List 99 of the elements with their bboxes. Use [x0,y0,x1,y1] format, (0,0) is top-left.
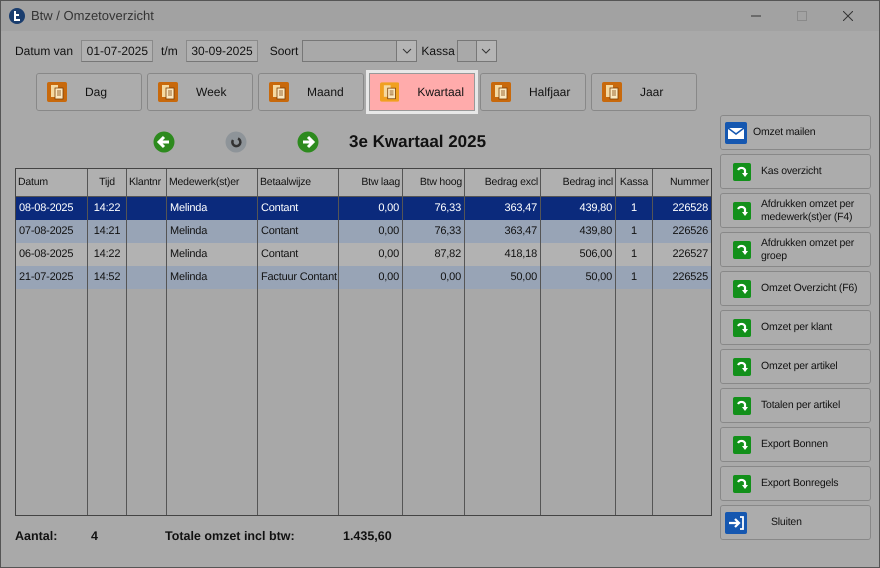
report-button[interactable]: Omzet per klant [720,310,871,345]
type-label: Soort [270,43,298,60]
table-cell: 418,18 [465,243,540,266]
date-from-label: Datum van [15,43,74,60]
table-cell: 439,80 [541,220,615,243]
total-value: 1.435,60 [343,528,392,545]
period-button[interactable]: Maand [258,73,364,111]
table-cell: 1 [616,197,652,220]
report-button[interactable]: Omzet Overzicht (F6) [720,271,871,306]
period-button[interactable]: Jaar [591,73,697,111]
table-cell: Contant [258,243,338,266]
table-cell: 50,00 [465,266,540,289]
period-button[interactable]: Kwartaal [369,73,475,111]
mail-icon [725,122,747,144]
table-cell: 363,47 [465,220,540,243]
table-cell: 08-08-2025 [16,197,87,220]
report-button[interactable]: Omzet per artikel [720,349,871,384]
table-cell: 363,47 [465,197,540,220]
column-header[interactable]: Bedrag incl [541,169,615,197]
table-cell: 226525 [653,266,711,289]
table-cell: 76,33 [403,197,464,220]
table-cell: Melinda [167,220,257,243]
report-button[interactable]: Kas overzicht [720,154,871,189]
report-button[interactable]: Afdrukken omzet per medewerk(st)er (F4) [720,193,871,228]
table-cell: 0,00 [339,243,402,266]
report-button[interactable]: Export Bonnen [720,427,871,462]
period-button[interactable]: Week [147,73,253,111]
period-title: 3e Kwartaal 2025 [349,131,486,154]
column-header[interactable]: Medewerk(st)er [167,169,257,197]
count-label: Aantal: [15,528,58,545]
table-cell: 226528 [653,197,711,220]
column-header[interactable]: Betaalwijze [258,169,338,197]
exit-icon [725,512,747,534]
table-cell: Melinda [167,243,257,266]
table-cell [127,220,166,243]
table-cell: 1 [616,266,652,289]
window-title: Btw / Omzetoverzicht [31,7,154,26]
table-cell [127,197,166,220]
chevron-down-icon [402,48,412,54]
table-cell: 506,00 [541,243,615,266]
table-cell: 87,82 [403,243,464,266]
table-cell: 07-08-2025 [16,220,87,243]
mail-button[interactable]: Omzet mailen [720,115,871,150]
period-button[interactable]: Halfjaar [480,73,586,111]
table-cell: 226527 [653,243,711,266]
table-cell: Melinda [167,197,257,220]
column-header[interactable]: Bedrag excl [465,169,540,197]
column-header[interactable]: Btw laag [339,169,402,197]
table-cell: 06-08-2025 [16,243,87,266]
period-button[interactable]: Dag [36,73,142,111]
date-to-field[interactable]: 30-09-2025 [186,40,258,62]
count-value: 4 [91,528,99,545]
report-button[interactable]: Totalen per artikel [720,388,871,423]
table-cell: 14:21 [88,220,126,243]
table-cell: Contant [258,220,338,243]
table-cell: 50,00 [541,266,615,289]
table-cell: 1 [616,243,652,266]
table-cell: 0,00 [339,266,402,289]
table-cell: 0,00 [339,220,402,243]
table-cell: Contant [258,197,338,220]
column-header[interactable]: Nummer [653,169,711,197]
table-cell: 439,80 [541,197,615,220]
close-icon[interactable] [843,11,853,21]
column-header[interactable]: Btw hoog [403,169,464,197]
table-cell [127,243,166,266]
table-cell: 0,00 [403,266,464,289]
table-cell: 14:22 [88,243,126,266]
register-dropdown[interactable] [456,40,497,62]
table-cell: 1 [616,220,652,243]
type-dropdown[interactable] [302,40,418,62]
column-header[interactable]: Kassa [616,169,652,197]
refresh-icon[interactable] [225,131,247,153]
app-logo-icon [9,8,25,24]
report-icon [47,82,67,102]
report-icon [602,82,622,102]
table-cell [127,266,166,289]
table-cell: Melinda [167,266,257,289]
report-icon [269,82,289,102]
table-cell: 14:52 [88,266,126,289]
table-cell: Factuur Contant [258,266,338,289]
report-icon [491,82,511,102]
total-label: Totale omzet incl btw: [165,528,296,545]
column-header[interactable]: Datum [16,169,87,197]
column-header[interactable]: Tijd [88,169,126,197]
close-button[interactable]: Sluiten [720,505,871,540]
report-icon [158,82,178,102]
date-to-label: t/m [161,43,178,60]
chevron-down-icon [481,48,492,54]
column-header[interactable]: Klantnr [127,169,166,197]
register-label: Kassa [421,43,455,60]
report-icon [380,82,400,102]
date-from-field[interactable]: 01-07-2025 [81,40,154,62]
table-cell: 0,00 [339,197,402,220]
table-cell: 21-07-2025 [16,266,87,289]
table-cell: 14:22 [88,197,126,220]
report-button[interactable]: Export Bonregels [720,466,871,501]
report-button[interactable]: Afdrukken omzet per groep [720,232,871,267]
table-cell: 226526 [653,220,711,243]
table-cell: 76,33 [403,220,464,243]
